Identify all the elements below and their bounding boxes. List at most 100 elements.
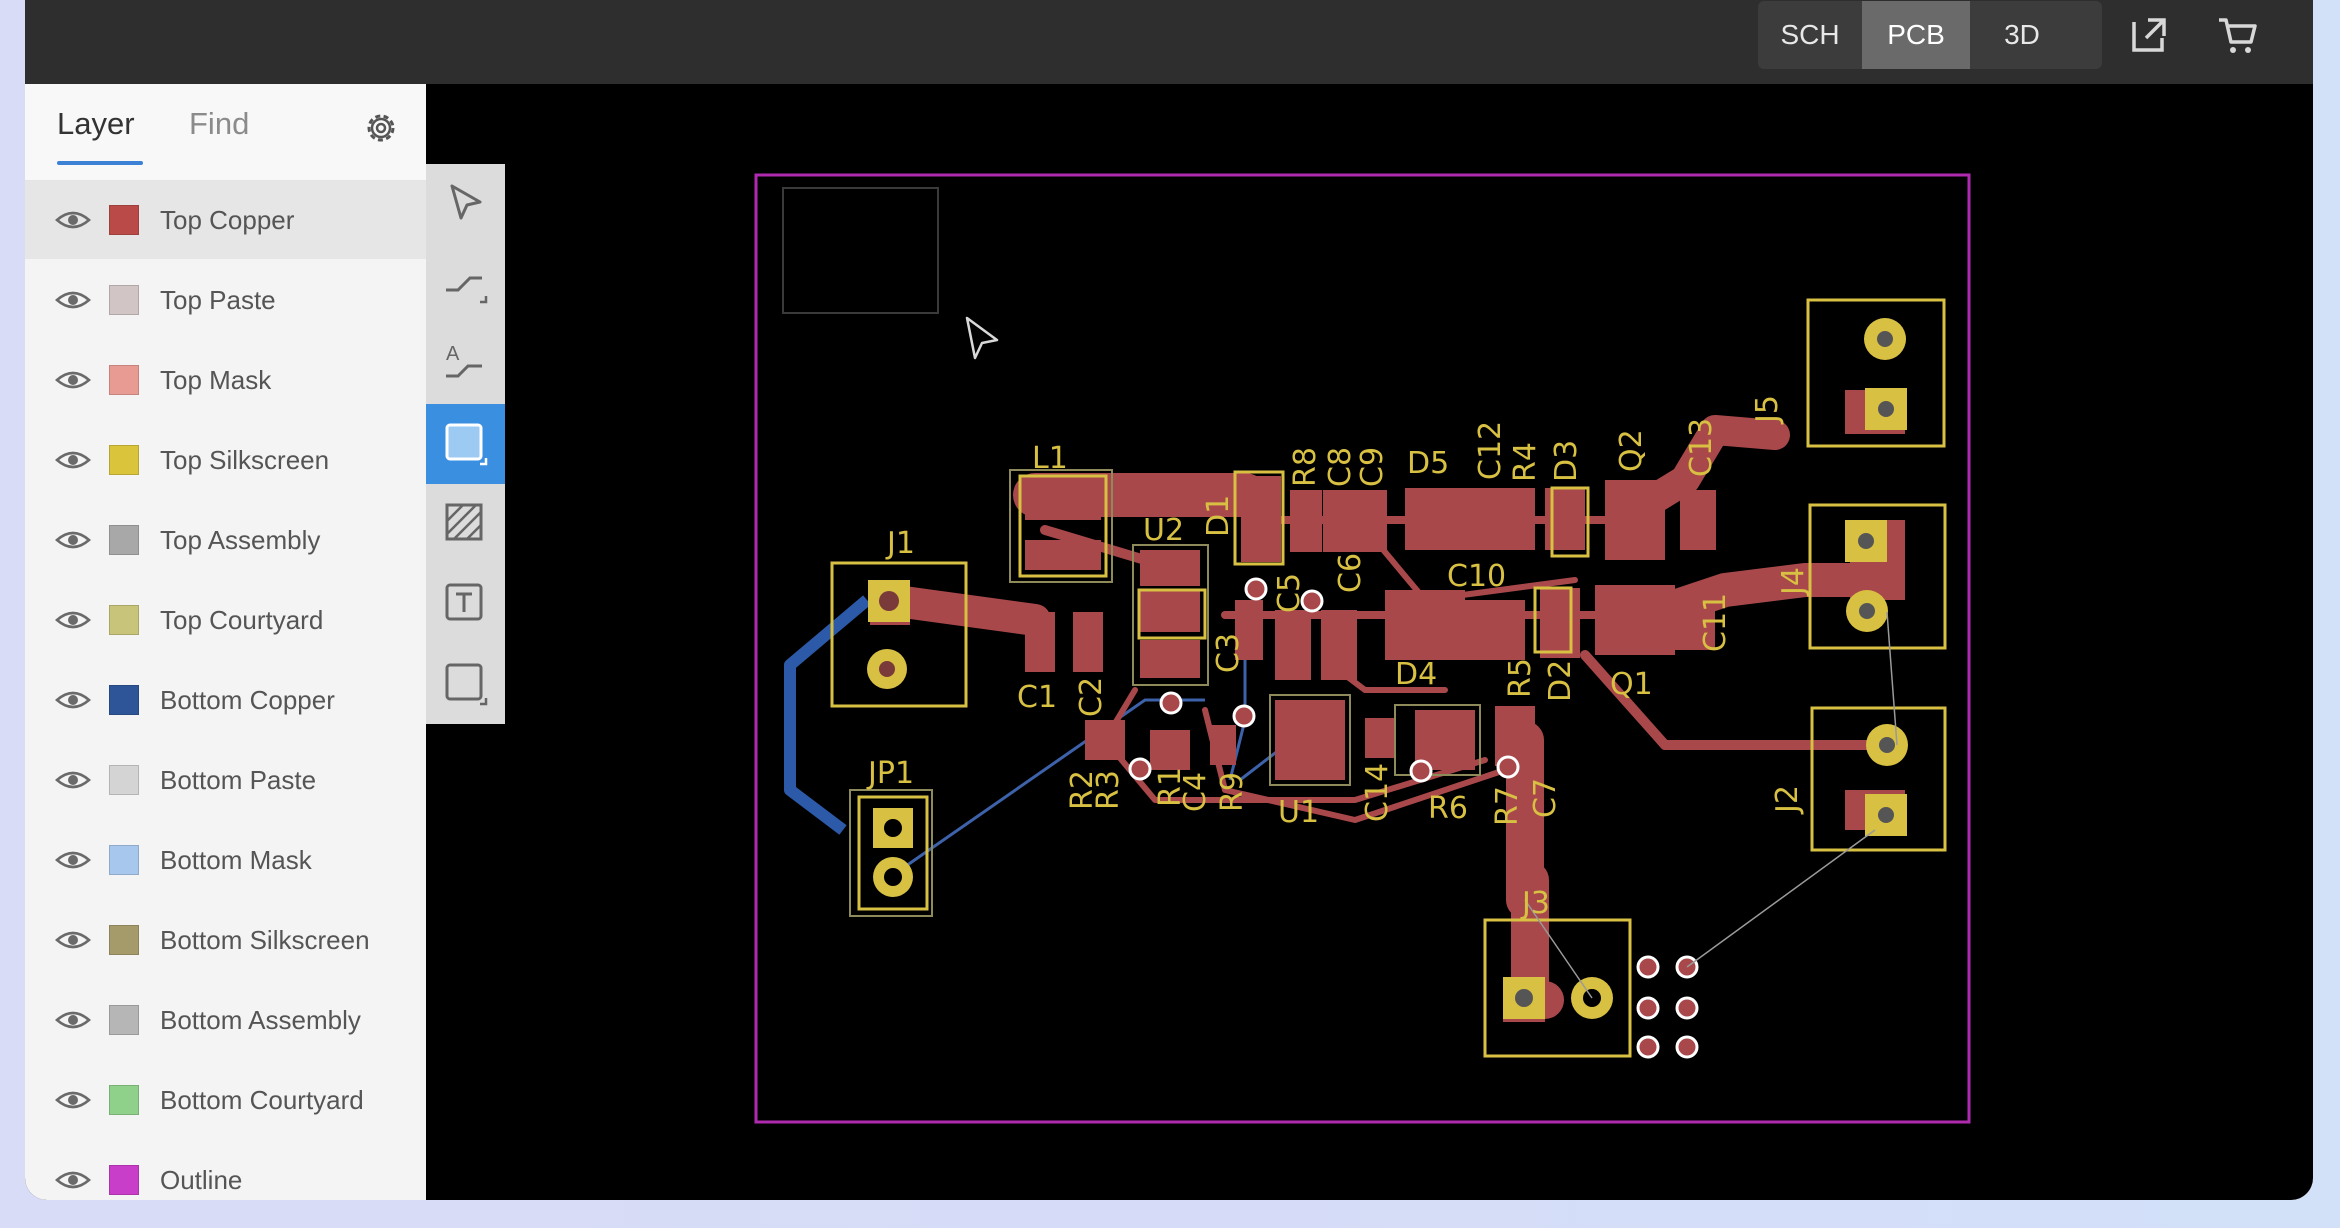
ratsnest-lines [1524, 611, 1898, 999]
eye-icon[interactable] [55, 928, 91, 952]
layer-color-swatch[interactable] [109, 365, 139, 395]
text-tool[interactable] [426, 564, 505, 644]
layer-row[interactable]: Bottom Assembly [25, 981, 426, 1059]
designator-label: J2 [1770, 785, 1805, 815]
layer-color-swatch[interactable] [109, 685, 139, 715]
designator-label: D1 [1201, 495, 1236, 537]
route-tool[interactable] [426, 244, 505, 324]
designator-label: J5 [1750, 395, 1785, 425]
hatch-fill-icon [445, 503, 483, 541]
eye-icon[interactable] [55, 768, 91, 792]
designator-label: C14 [1360, 763, 1395, 822]
sch-view-button[interactable]: SCH [1758, 1, 1862, 69]
designator-label: D2 [1543, 660, 1578, 702]
eye-icon[interactable] [55, 288, 91, 312]
designator-label: C6 [1333, 553, 1368, 593]
layer-name: Top Silkscreen [160, 444, 330, 475]
board-outline [754, 173, 1971, 1124]
designator-label: C4 [1178, 772, 1213, 812]
layer-name: Top Assembly [160, 524, 321, 555]
layer-color-swatch[interactable] [109, 1005, 139, 1035]
designator-label: J1 [885, 526, 915, 561]
tab-layer[interactable]: Layer [57, 106, 135, 142]
3d-view-button[interactable]: 3D [1970, 1, 2074, 69]
designator-label: C9 [1355, 447, 1390, 487]
designator-label: U2 [1143, 513, 1184, 548]
layer-color-swatch[interactable] [109, 445, 139, 475]
bottom-copper-traces [784, 595, 871, 835]
layer-row[interactable]: Top Paste [25, 261, 426, 339]
layer-row[interactable]: Bottom Silkscreen [25, 901, 426, 979]
layer-row[interactable]: Top Silkscreen [25, 421, 426, 499]
layer-panel: Layer Find Top Copper Top Paste Top Mask To… [25, 84, 426, 1200]
eye-icon[interactable] [55, 1088, 91, 1112]
layer-name: Top Courtyard [160, 604, 324, 635]
layer-row[interactable]: Bottom Paste [25, 741, 426, 819]
eye-icon[interactable] [55, 368, 91, 392]
designator-label: R4 [1508, 442, 1543, 482]
shape-tool[interactable] [426, 644, 505, 724]
designator-label: C12 [1473, 421, 1508, 480]
designator-label: L1 [1032, 441, 1068, 476]
designator-label: D3 [1549, 440, 1584, 482]
designator-label: R9 [1215, 772, 1250, 812]
eye-icon[interactable] [55, 608, 91, 632]
eye-icon[interactable] [55, 1008, 91, 1032]
layer-color-swatch[interactable] [109, 525, 139, 555]
layer-name: Top Mask [160, 364, 272, 395]
cart-icon[interactable] [2215, 12, 2261, 58]
designator-label: R6 [1428, 791, 1468, 826]
layer-name: Bottom Paste [160, 764, 317, 795]
designator-label: R8 [1288, 447, 1323, 487]
active-tab-indicator [57, 161, 143, 165]
pcb-view-button[interactable]: PCB [1862, 1, 1970, 69]
designator-label: R7 [1490, 786, 1525, 826]
layer-color-swatch[interactable] [109, 1085, 139, 1115]
layer-color-swatch[interactable] [109, 925, 139, 955]
tool-strip: A [426, 164, 505, 724]
layer-color-swatch[interactable] [109, 205, 139, 235]
layer-name: Bottom Mask [160, 844, 312, 875]
layer-color-swatch[interactable] [109, 765, 139, 795]
layer-color-swatch[interactable] [109, 285, 139, 315]
tab-find[interactable]: Find [189, 106, 249, 142]
eye-icon[interactable] [55, 848, 91, 872]
layer-row[interactable]: Outline [25, 1141, 426, 1200]
gear-icon[interactable] [361, 108, 401, 148]
hatch-tool[interactable] [426, 484, 505, 564]
layer-color-swatch[interactable] [109, 845, 139, 875]
layer-name: Bottom Silkscreen [160, 924, 370, 955]
designator-label: C2 [1074, 677, 1109, 717]
designator-label: Q2 [1614, 429, 1649, 472]
text-route-tool[interactable]: A [426, 324, 505, 404]
layer-row[interactable]: Bottom Mask [25, 821, 426, 899]
designator-label: J3 [1520, 886, 1550, 921]
layer-name: Bottom Courtyard [160, 1084, 364, 1115]
eye-icon[interactable] [55, 448, 91, 472]
route-track-icon [446, 276, 488, 304]
designator-label: R3 [1091, 770, 1126, 810]
svg-text:A: A [446, 343, 460, 365]
select-tool[interactable] [426, 164, 505, 244]
layer-name: Bottom Copper [160, 684, 335, 715]
eye-icon[interactable] [55, 528, 91, 552]
designator-label: Q1 [1610, 667, 1653, 702]
layer-name: Top Paste [160, 284, 276, 315]
layer-color-swatch[interactable] [109, 605, 139, 635]
layer-row[interactable]: Top Mask [25, 341, 426, 419]
eye-icon[interactable] [55, 688, 91, 712]
rectangle-tool[interactable] [426, 404, 505, 484]
layer-name: Bottom Assembly [160, 1004, 361, 1035]
eye-icon[interactable] [55, 208, 91, 232]
layer-row[interactable]: Top Courtyard [25, 581, 426, 659]
draft-rectangle [782, 187, 939, 314]
pcb-canvas[interactable]: L1 J1 JP1 C1 C2 U2 D1 R8 C8 C9 D5 C12 R4… [426, 84, 2313, 1200]
layer-row[interactable]: Top Copper [25, 181, 426, 259]
eye-icon[interactable] [55, 1168, 91, 1192]
designator-label: C1 [1017, 680, 1057, 715]
layer-row[interactable]: Bottom Copper [25, 661, 426, 739]
open-external-icon[interactable] [2126, 12, 2172, 58]
layer-color-swatch[interactable] [109, 1165, 139, 1195]
layer-row[interactable]: Bottom Courtyard [25, 1061, 426, 1139]
layer-row[interactable]: Top Assembly [25, 501, 426, 579]
